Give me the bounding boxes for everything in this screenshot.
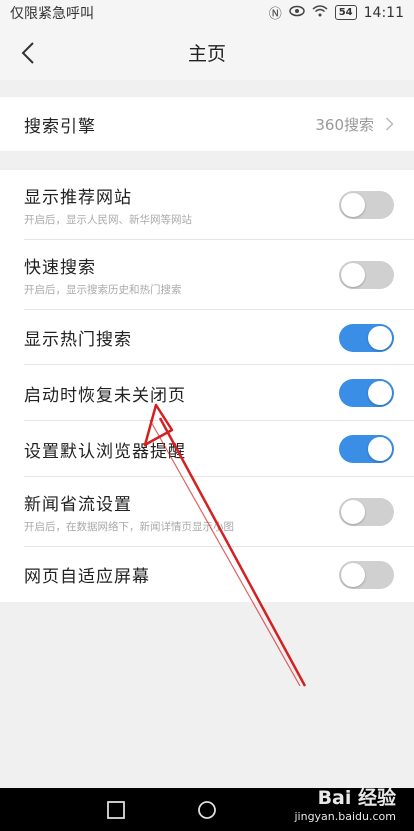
setting-description: 开启后，在数据网络下，新闻详情页显示小图 bbox=[24, 521, 234, 533]
search-engine-card: 搜索引擎 360搜索 bbox=[0, 97, 414, 151]
status-bar: 仅限紧急呼叫 Ⓝ 54 14:11 bbox=[0, 0, 414, 25]
toggle-knob bbox=[341, 263, 365, 287]
back-button[interactable] bbox=[14, 39, 42, 67]
setting-row-quick-search: 快速搜索 开启后，显示搜索历史和热门搜索 bbox=[0, 240, 414, 310]
toggle-restore-tabs[interactable] bbox=[339, 379, 394, 407]
battery-icon: 54 bbox=[334, 5, 357, 20]
setting-label: 网页自适应屏幕 bbox=[24, 567, 150, 587]
header: 主页 bbox=[0, 25, 414, 80]
recents-square-icon[interactable] bbox=[106, 800, 126, 820]
search-engine-row[interactable]: 搜索引擎 360搜索 bbox=[0, 97, 414, 151]
toggle-knob bbox=[368, 437, 392, 461]
setting-row-recommended-sites: 显示推荐网站 开启后，显示人民网、新华网等网站 bbox=[0, 170, 414, 240]
carrier-text: 仅限紧急呼叫 bbox=[10, 5, 94, 22]
toggle-news-data-saver[interactable] bbox=[339, 498, 394, 526]
settings-list: 显示推荐网站 开启后，显示人民网、新华网等网站 快速搜索 开启后，显示搜索历史和… bbox=[0, 170, 414, 602]
search-engine-value: 360搜索 bbox=[315, 115, 374, 134]
chevron-right-icon bbox=[385, 117, 394, 131]
clock-time: 14:11 bbox=[363, 4, 404, 21]
wifi-icon bbox=[312, 4, 328, 21]
setting-row-hot-search: 显示热门搜索 bbox=[0, 310, 414, 365]
nfc-icon: Ⓝ bbox=[268, 7, 282, 22]
setting-row-news-data-saver: 新闻省流设置 开启后，在数据网络下，新闻详情页显示小图 bbox=[0, 477, 414, 547]
toggle-recommended-sites[interactable] bbox=[339, 191, 394, 219]
home-circle-icon[interactable] bbox=[197, 800, 217, 820]
baidu-jingyan-watermark: Bai 经验 jingyan.baidu.com bbox=[294, 787, 396, 823]
chevron-left-icon bbox=[21, 42, 34, 64]
status-icons: Ⓝ 54 14:11 bbox=[268, 3, 404, 23]
toggle-knob bbox=[341, 193, 365, 217]
page-title: 主页 bbox=[187, 43, 226, 65]
setting-label: 显示推荐网站 bbox=[24, 188, 132, 208]
toggle-knob bbox=[368, 325, 392, 350]
toggle-adaptive-screen[interactable] bbox=[339, 560, 394, 589]
watermark-url: jingyan.baidu.com bbox=[294, 810, 396, 823]
toggle-default-browser[interactable] bbox=[339, 435, 394, 463]
watermark-logo: Bai 经验 bbox=[317, 787, 396, 809]
toggle-hot-search[interactable] bbox=[339, 323, 394, 352]
setting-label: 启动时恢复未关闭页 bbox=[24, 385, 186, 406]
search-engine-label: 搜索引擎 bbox=[24, 116, 96, 137]
setting-label: 快速搜索 bbox=[24, 258, 96, 278]
setting-label: 显示热门搜索 bbox=[24, 330, 132, 350]
eye-icon bbox=[288, 5, 305, 21]
setting-label: 新闻省流设置 bbox=[24, 495, 132, 515]
toggle-quick-search[interactable] bbox=[339, 261, 394, 289]
setting-description: 开启后，显示搜索历史和热门搜索 bbox=[24, 284, 182, 296]
setting-label: 设置默认浏览器提醒 bbox=[24, 441, 186, 462]
toggle-knob bbox=[368, 381, 392, 405]
setting-row-adaptive-screen: 网页自适应屏幕 bbox=[0, 547, 414, 602]
setting-row-default-browser: 设置默认浏览器提醒 bbox=[0, 421, 414, 477]
toggle-knob bbox=[341, 500, 365, 524]
setting-row-restore-tabs: 启动时恢复未关闭页 bbox=[0, 365, 414, 421]
setting-description: 开启后，显示人民网、新华网等网站 bbox=[24, 214, 192, 226]
toggle-knob bbox=[341, 562, 365, 587]
